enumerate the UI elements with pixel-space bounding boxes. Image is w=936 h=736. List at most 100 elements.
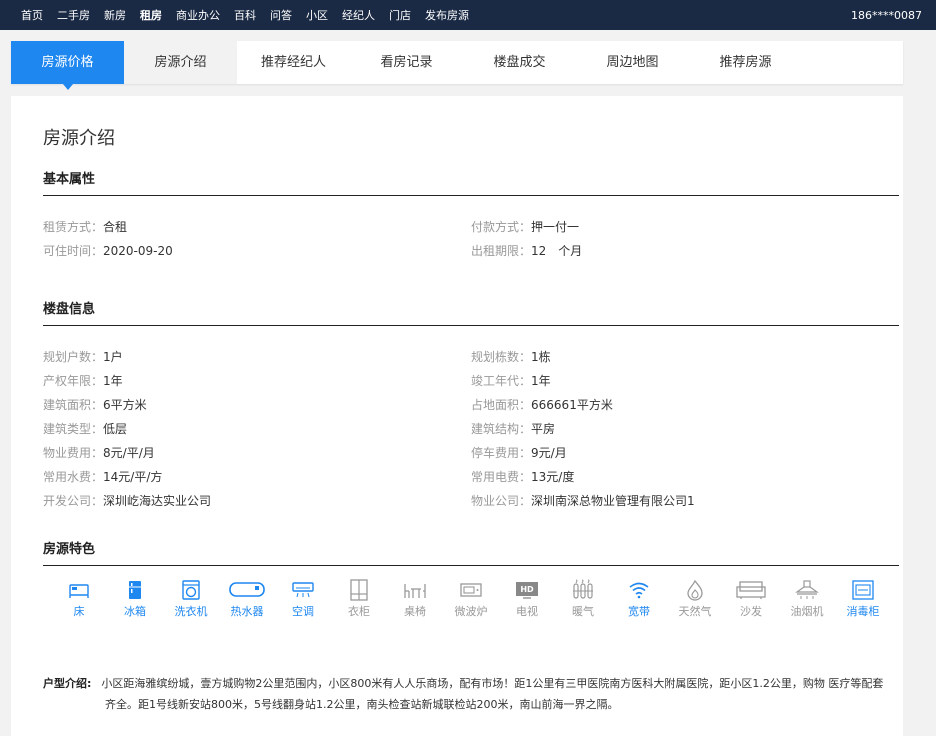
info-value: 1户 [103, 350, 123, 364]
info-row: 建筑类型：低层 [43, 420, 127, 437]
info-row: 租赁方式：合租 [43, 218, 127, 235]
nav-new-house[interactable]: 新房 [97, 7, 133, 23]
info-key: 建筑类型： [43, 422, 104, 436]
info-value: 深圳屹海达实业公司 [103, 494, 212, 508]
feature-label: 天然气 [678, 605, 712, 618]
info-value: 2020-09-20 [103, 244, 173, 258]
info-value: 12 个月 [531, 244, 583, 258]
info-row: 占地面积：666661平方米 [471, 396, 613, 413]
feature-item: 天然气 [667, 579, 723, 619]
nav-qa[interactable]: 问答 [263, 7, 299, 23]
sterilizer-icon [835, 579, 891, 601]
feature-label: 油烟机 [790, 605, 824, 618]
feature-list: 床 冰箱 洗衣机 热水器 空调 衣柜 桌椅 微波炉 HD 电视 暖气 宽带 天然气… [51, 579, 891, 619]
range-hood-icon [779, 579, 835, 601]
detail-tabs: 房源价格 房源介绍 推荐经纪人 看房记录 楼盘成交 周边地图 推荐房源 [11, 41, 903, 90]
tab-price[interactable]: 房源价格 [11, 41, 124, 90]
intro-line-2: 齐全。距1号线新安站800米，5号线翻身站1.2公里，南头检查站新城联检站200… [105, 698, 619, 711]
info-key: 产权年限： [43, 374, 104, 388]
info-row: 出租期限：12 个月 [471, 242, 582, 259]
feature-item: 沙发 [723, 579, 779, 619]
info-row: 建筑面积：6平方米 [43, 396, 147, 413]
info-key: 可住时间： [43, 244, 104, 258]
info-row: 规划户数：1户 [43, 348, 123, 365]
info-value: 13元/度 [531, 470, 575, 484]
page-title: 房源介绍 [43, 128, 115, 149]
tab-intro[interactable]: 房源介绍 [124, 41, 237, 84]
nav-second-hand[interactable]: 二手房 [50, 7, 97, 23]
info-value: 1栋 [531, 350, 551, 364]
feature-label: 暖气 [572, 605, 594, 618]
feature-label: 冰箱 [124, 605, 146, 618]
feature-label: 洗衣机 [174, 605, 208, 618]
info-key: 出租期限： [471, 244, 532, 258]
bed-icon [51, 579, 107, 601]
water-heater-icon [219, 579, 275, 601]
nav-store[interactable]: 门店 [382, 7, 418, 23]
nav-post-listing[interactable]: 发布房源 [418, 7, 476, 23]
nav-home[interactable]: 首页 [14, 7, 50, 23]
section-features-title: 房源特色 [43, 538, 899, 566]
feature-label: 空调 [292, 605, 314, 618]
feature-item: 宽带 [611, 579, 667, 619]
tab-deals[interactable]: 楼盘成交 [463, 41, 576, 84]
gas-icon [667, 579, 723, 601]
feature-item: 洗衣机 [163, 579, 219, 619]
top-navigation-bar: 首页 二手房 新房 租房 商业办公 百科 问答 小区 经纪人 门店 发布房源 1… [0, 0, 936, 30]
feature-item: 暖气 [555, 579, 611, 619]
feature-label: 衣柜 [348, 605, 370, 618]
info-row: 常用电费：13元/度 [471, 468, 574, 485]
svg-text:HD: HD [520, 585, 534, 594]
feature-item: 微波炉 [443, 579, 499, 619]
info-row: 竣工年代：1年 [471, 372, 551, 389]
tab-recommend[interactable]: 推荐房源 [689, 41, 802, 84]
info-key: 付款方式： [471, 220, 532, 234]
info-value: 1年 [103, 374, 123, 388]
feature-label: 桌椅 [404, 605, 426, 618]
info-row: 产权年限：1年 [43, 372, 123, 389]
feature-label: 微波炉 [454, 605, 488, 618]
user-phone[interactable]: 186****0087 [851, 9, 922, 22]
info-value: 平房 [531, 422, 556, 436]
intro-label: 户型介绍: [43, 677, 92, 690]
info-value: 押一付一 [531, 220, 580, 234]
table-chair-icon [387, 579, 443, 601]
nav-commercial[interactable]: 商业办公 [169, 7, 227, 23]
feature-label: 电视 [516, 605, 538, 618]
nav-agent[interactable]: 经纪人 [335, 7, 382, 23]
info-value: 8元/平/月 [103, 446, 155, 460]
tab-map[interactable]: 周边地图 [576, 41, 689, 84]
nav-rent[interactable]: 租房 [133, 7, 169, 23]
info-row: 建筑结构：平房 [471, 420, 555, 437]
info-key: 建筑结构： [471, 422, 532, 436]
section-basic-title: 基本属性 [43, 168, 899, 196]
info-key: 物业公司： [471, 494, 532, 508]
info-row: 付款方式：押一付一 [471, 218, 579, 235]
air-conditioner-icon [275, 579, 331, 601]
info-row: 开发公司：深圳屹海达实业公司 [43, 492, 211, 509]
info-key: 常用电费： [471, 470, 532, 484]
tab-viewing-records[interactable]: 看房记录 [350, 41, 463, 84]
section-estate-title: 楼盘信息 [43, 298, 899, 326]
layout-intro: 户型介绍: 小区距海雅缤纷城，壹方城购物2公里范围内，小区800米有人人乐商场，配… [43, 673, 903, 715]
top-nav: 首页 二手房 新房 租房 商业办公 百科 问答 小区 经纪人 门店 发布房源 [14, 7, 476, 23]
info-key: 规划户数： [43, 350, 104, 364]
info-key: 停车费用： [471, 446, 532, 460]
intro-line-1: 户型介绍: 小区距海雅缤纷城，壹方城购物2公里范围内，小区800米有人人乐商场，配… [43, 673, 903, 694]
feature-label: 床 [73, 605, 85, 618]
washer-icon [163, 579, 219, 601]
feature-item: 空调 [275, 579, 331, 619]
feature-label: 热水器 [230, 605, 264, 618]
tab-agents[interactable]: 推荐经纪人 [237, 41, 350, 84]
feature-item: 热水器 [219, 579, 275, 619]
feature-item: 桌椅 [387, 579, 443, 619]
nav-community[interactable]: 小区 [299, 7, 335, 23]
info-key: 竣工年代： [471, 374, 532, 388]
nav-wiki[interactable]: 百科 [227, 7, 263, 23]
sofa-icon [723, 579, 779, 601]
fridge-icon [107, 579, 163, 601]
feature-label: 沙发 [740, 605, 762, 618]
info-key: 物业费用： [43, 446, 104, 460]
wardrobe-icon [331, 579, 387, 601]
info-key: 常用水费： [43, 470, 104, 484]
